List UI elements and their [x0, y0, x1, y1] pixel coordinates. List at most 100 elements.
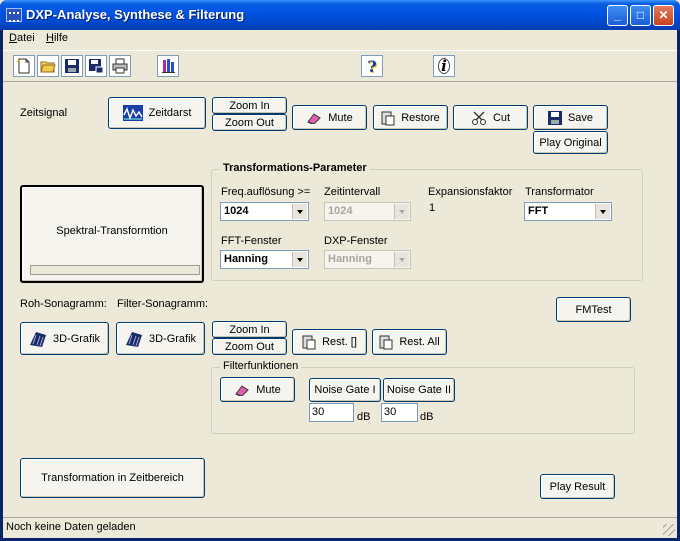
- new-file-icon: [16, 58, 30, 74]
- dxp-fenster-label: DXP-Fenster: [324, 235, 388, 247]
- play-original-button[interactable]: Play Original: [533, 131, 608, 154]
- rest-all-label: Rest. All: [399, 336, 440, 348]
- dxp-fenster-select: Hanning: [324, 250, 411, 269]
- filter-3d-grafik-label: 3D-Grafik: [148, 332, 197, 345]
- chevron-down-icon[interactable]: [292, 252, 307, 267]
- maximize-button[interactable]: □: [630, 5, 651, 26]
- app-window: DXP-Analyse, Synthese & Filterung _ □ ✕ …: [0, 0, 680, 541]
- menu-hilfe[interactable]: Hilfe: [46, 32, 68, 44]
- status-bar: Noch keine Daten geladen: [3, 517, 677, 538]
- freq-aufloesung-select[interactable]: 1024: [220, 202, 309, 221]
- filter-mute-label: Mute: [256, 383, 281, 396]
- zeit-zoom-in-button[interactable]: Zoom In: [212, 97, 287, 114]
- zeit-mute-button[interactable]: Mute: [292, 105, 367, 130]
- info-button[interactable]: i: [433, 55, 455, 77]
- fft-fenster-label: FFT-Fenster: [221, 235, 282, 247]
- zeitsignal-label: Zeitsignal: [20, 107, 68, 119]
- transformations-parameter-title: Transformations-Parameter: [220, 162, 370, 174]
- zeitintervall-value: 1024: [328, 205, 353, 217]
- chevron-down-icon[interactable]: [292, 204, 307, 219]
- scissors-icon: [471, 111, 486, 125]
- 3d-chart-icon: [29, 331, 46, 347]
- roh-3d-grafik-button[interactable]: 3D-Grafik: [20, 322, 109, 355]
- menu-datei[interactable]: Datei: [9, 32, 35, 44]
- noise-gate-1-input[interactable]: 30: [309, 403, 354, 422]
- save-as-button[interactable]: [85, 55, 107, 77]
- paste-icon: [381, 111, 395, 125]
- fft-fenster-value: Hanning: [224, 253, 268, 265]
- sono-zoom-in-button[interactable]: Zoom In: [212, 321, 287, 338]
- chevron-down-icon: [394, 252, 409, 267]
- flask-button[interactable]: [157, 55, 179, 77]
- status-text: Noch keine Daten geladen: [6, 521, 136, 533]
- printer-icon: [112, 58, 128, 74]
- menu-hilfe-label: Hilfe: [46, 32, 69, 44]
- help-button[interactable]: ?: [361, 55, 383, 77]
- eraser-icon: [235, 384, 250, 396]
- expansionsfaktor-label: Expansionsfaktor: [428, 186, 513, 198]
- open-folder-button[interactable]: [37, 55, 59, 77]
- print-button[interactable]: [109, 55, 131, 77]
- freq-aufloesung-label: Freq.auflösung >=: [221, 186, 311, 198]
- spektral-transformtion-button[interactable]: Spektral-Transformtion: [20, 185, 204, 283]
- transformation-in-zeitbereich-button[interactable]: Transformation in Zeitbereich: [20, 458, 205, 498]
- eraser-icon: [307, 112, 322, 124]
- floppy-disk-icon: [547, 110, 562, 125]
- fmtest-button[interactable]: FMTest: [556, 297, 631, 322]
- transformator-select[interactable]: FFT: [524, 202, 612, 221]
- save-button-toolbar[interactable]: [61, 55, 83, 77]
- transformator-label: Transformator: [525, 186, 594, 198]
- filterfunktionen-title: Filterfunktionen: [220, 360, 302, 372]
- noise-gate-2-unit: dB: [420, 411, 434, 423]
- app-icon[interactable]: [6, 8, 22, 22]
- client-area: Datei Hilfe ? i Zeitsignal Zeitdarst Zoo…: [3, 30, 677, 538]
- transform-progress-bar: [30, 265, 200, 275]
- filter-mute-button[interactable]: Mute: [220, 377, 295, 402]
- chevron-down-icon[interactable]: [595, 204, 610, 219]
- zeitdarst-button[interactable]: Zeitdarst: [108, 97, 206, 129]
- zeitintervall-label: Zeitintervall: [324, 186, 381, 198]
- minimize-button[interactable]: _: [607, 5, 628, 26]
- paste-icon: [379, 335, 393, 350]
- noise-gate-1-button[interactable]: Noise Gate I: [309, 378, 381, 402]
- noise-gate-1-unit: dB: [357, 411, 371, 423]
- cut-button[interactable]: Cut: [453, 105, 528, 130]
- rest-all-button[interactable]: Rest. All: [372, 329, 447, 355]
- freq-aufloesung-value: 1024: [224, 205, 249, 217]
- rest-button[interactable]: Rest. []: [292, 329, 367, 355]
- help-icon: ?: [367, 56, 377, 76]
- sono-zoom-out-button[interactable]: Zoom Out: [212, 338, 287, 355]
- save-button[interactable]: Save: [533, 105, 608, 130]
- close-button[interactable]: ✕: [653, 5, 674, 26]
- toolbar: ? i: [3, 50, 677, 82]
- info-icon: i: [438, 58, 450, 74]
- noise-gate-2-input[interactable]: 30: [381, 403, 418, 422]
- filter-sonagramm-label: Filter-Sonagramm:: [117, 298, 209, 310]
- save-label: Save: [567, 111, 594, 124]
- zeitdarst-label: Zeitdarst: [148, 107, 192, 119]
- cut-label: Cut: [492, 111, 511, 124]
- zeit-zoom-out-button[interactable]: Zoom Out: [212, 114, 287, 131]
- spektral-transformtion-label: Spektral-Transformtion: [56, 225, 168, 237]
- new-file-button[interactable]: [13, 55, 35, 77]
- floppy-disk-icon: [65, 59, 79, 73]
- flask-icon: [162, 59, 175, 73]
- restore-label: Restore: [401, 111, 440, 124]
- roh-sonagramm-label: Roh-Sonagramm:: [20, 298, 107, 310]
- title-bar[interactable]: DXP-Analyse, Synthese & Filterung _ □ ✕: [0, 0, 680, 30]
- noise-gate-2-button[interactable]: Noise Gate II: [383, 378, 455, 402]
- dxp-fenster-value: Hanning: [328, 253, 372, 265]
- fft-fenster-select[interactable]: Hanning: [220, 250, 309, 269]
- transformator-value: FFT: [528, 205, 549, 217]
- save-as-icon: [89, 59, 104, 74]
- restore-button[interactable]: Restore: [373, 105, 448, 130]
- play-result-button[interactable]: Play Result: [540, 474, 615, 499]
- chevron-down-icon: [394, 204, 409, 219]
- expansionsfaktor-value: 1: [429, 202, 436, 214]
- resize-grip-icon[interactable]: [663, 524, 675, 536]
- roh-3d-grafik-label: 3D-Grafik: [52, 332, 101, 345]
- zeitintervall-select: 1024: [324, 202, 411, 221]
- rest-label: Rest. []: [322, 336, 357, 348]
- waveform-icon: [122, 105, 143, 121]
- filter-3d-grafik-button[interactable]: 3D-Grafik: [116, 322, 205, 355]
